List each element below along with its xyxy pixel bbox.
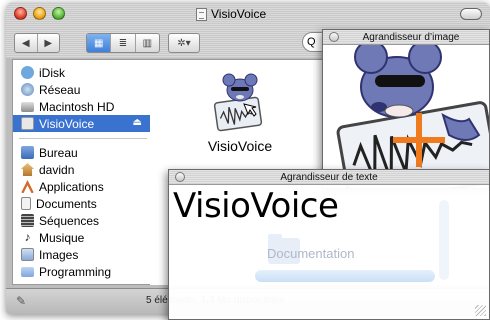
magnified-text: VisioVoice [173, 186, 339, 226]
sidebar-item-network[interactable]: Réseau [13, 81, 150, 98]
text-magnifier-panel: Agrandisseur de texte Documentation Visi… [168, 169, 490, 320]
home-icon [21, 163, 34, 176]
back-forward-control: ◀ ▶ [14, 33, 60, 53]
image-magnifier-panel: Agrandisseur d’image [322, 29, 490, 189]
view-mode-control: ▦ ≣ ▥ [86, 33, 160, 53]
sidebar-item-sequences[interactable]: Séquences [13, 212, 150, 229]
window-title-text: VisioVoice [211, 7, 267, 21]
sidebar-item-label: Images [39, 247, 79, 262]
sidebar-item-idisk[interactable]: iDisk [13, 64, 150, 81]
back-arrow-icon: ◀ [21, 37, 30, 49]
documentation-label: Documentation [267, 246, 355, 261]
sidebar: iDisk Réseau Macintosh HD VisioVoice ⏏ B… [12, 59, 151, 285]
sidebar-item-davidn[interactable]: davidn [13, 161, 150, 178]
text-magnifier-title: Agrandisseur de texte [280, 171, 378, 183]
zoom-button[interactable] [52, 7, 65, 20]
icon-view-button[interactable]: ▦ [87, 34, 112, 52]
ghost-scrollbar-horizontal [255, 270, 435, 282]
eject-icon[interactable]: ⏏ [133, 117, 142, 128]
documents-icon [21, 197, 31, 210]
column-view-icon: ▥ [142, 37, 153, 49]
idisk-icon [21, 66, 34, 79]
list-view-button[interactable]: ≣ [111, 34, 136, 52]
sidebar-item-musique[interactable]: ♪ Musique [13, 229, 150, 246]
panel-close-button[interactable] [175, 172, 185, 182]
image-magnifier-title: Agrandisseur d’image [362, 31, 460, 43]
sidebar-item-documents[interactable]: Documents [13, 195, 150, 212]
sidebar-item-label: Macintosh HD [39, 99, 115, 114]
sidebar-item-images[interactable]: Images [13, 246, 150, 263]
list-view-icon: ≣ [118, 37, 128, 49]
sidebar-item-applications[interactable]: Applications [13, 178, 150, 195]
ghost-scrollbar-vertical [439, 200, 449, 280]
sidebar-item-label: davidn [39, 162, 75, 177]
movies-icon [21, 214, 34, 227]
forward-arrow-icon: ▶ [44, 37, 53, 49]
applications-icon [21, 180, 34, 193]
disk-image-icon [21, 117, 34, 130]
image-magnifier-titlebar[interactable]: Agrandisseur d’image [323, 30, 489, 45]
gear-icon: ✲▾ [177, 37, 191, 49]
edit-lock-icon: ✎ [16, 294, 27, 308]
sidebar-item-label: Programming [39, 264, 112, 279]
window-title: VisioVoice [196, 7, 266, 21]
sidebar-item-programming[interactable]: Programming [13, 263, 150, 280]
visiovoice-app-icon[interactable] [210, 72, 270, 132]
back-button[interactable]: ◀ [15, 34, 38, 52]
music-icon: ♪ [24, 230, 31, 244]
forward-button[interactable]: ▶ [38, 34, 60, 52]
sidebar-item-label: Séquences [39, 213, 100, 228]
sidebar-item-visiovoice[interactable]: VisioVoice ⏏ [13, 115, 150, 132]
network-icon [21, 83, 34, 96]
sidebar-item-macintosh-hd[interactable]: Macintosh HD [13, 98, 150, 115]
desktop-icon [21, 146, 34, 159]
disk-image-icon [196, 7, 207, 21]
toolbar-toggle-button[interactable] [460, 8, 482, 20]
sidebar-item-label: iDisk [39, 65, 65, 80]
harddisk-icon [21, 101, 34, 112]
column-view-button[interactable]: ▥ [136, 34, 159, 52]
pictures-icon [21, 248, 34, 261]
panel-close-button[interactable] [329, 32, 339, 42]
sidebar-item-label: Musique [39, 230, 85, 245]
sidebar-item-label: VisioVoice [39, 116, 95, 131]
minimize-button[interactable] [33, 7, 46, 20]
sidebar-item-bureau[interactable]: Bureau [13, 144, 150, 161]
resize-grip-icon[interactable] [475, 305, 486, 316]
sidebar-item-label: Applications [39, 179, 104, 194]
sidebar-divider [19, 138, 147, 139]
text-magnifier-titlebar[interactable]: Agrandisseur de texte [169, 170, 489, 185]
sidebar-item-label: Documents [36, 196, 97, 211]
sidebar-item-label: Bureau [39, 145, 78, 160]
sidebar-item-label: Réseau [39, 82, 81, 97]
visiovoice-app-label[interactable]: VisioVoice [194, 138, 286, 154]
folder-icon [21, 266, 34, 277]
icon-view-icon: ▦ [93, 37, 104, 49]
close-button[interactable] [14, 7, 27, 20]
search-icon: Q [307, 36, 316, 48]
action-menu-button[interactable]: ✲▾ [168, 33, 200, 53]
magnified-image [336, 45, 489, 188]
